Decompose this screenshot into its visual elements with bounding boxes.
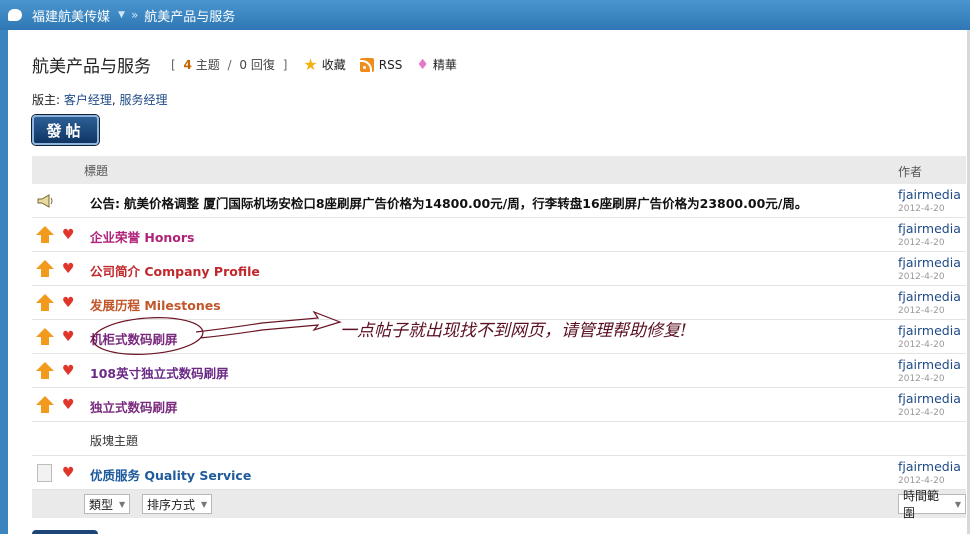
annotation-circle bbox=[92, 317, 204, 355]
annotation-overlay bbox=[92, 310, 342, 355]
annotation-text: 一点帖子就出现找不到网页，请管理帮助修复! bbox=[340, 321, 687, 341]
new-post-button-bottom[interactable] bbox=[32, 530, 98, 534]
annotation-arrow bbox=[195, 310, 342, 339]
